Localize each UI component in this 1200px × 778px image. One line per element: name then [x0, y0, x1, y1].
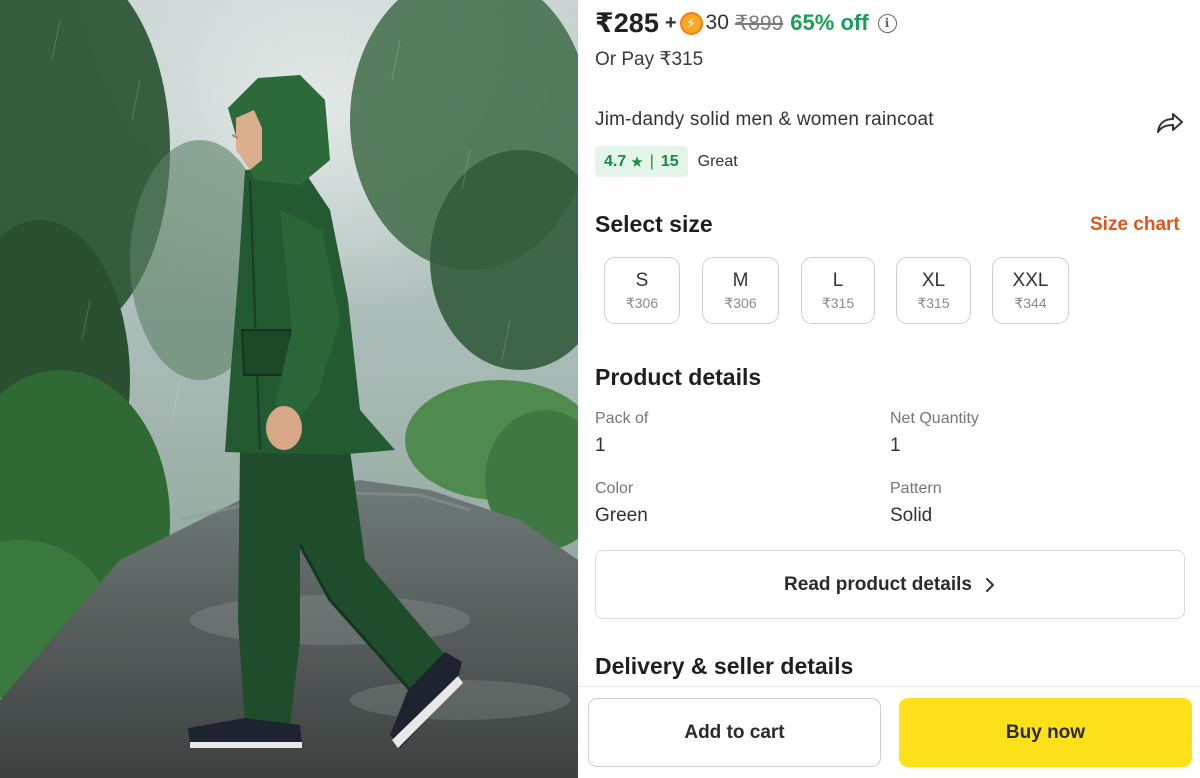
- detail-value-pattern: Solid: [890, 505, 933, 526]
- discount-percent: 65% off: [790, 10, 869, 35]
- product-title: Jim-dandy solid men & women raincoat: [595, 109, 934, 130]
- detail-key-color: Color: [595, 480, 634, 497]
- size-option-xxl[interactable]: XXL ₹344: [992, 257, 1069, 324]
- rating-count: 15: [660, 152, 679, 170]
- selling-price: ₹285: [595, 7, 659, 38]
- rating-label: Great: [697, 152, 738, 170]
- size-option-l[interactable]: L ₹315: [801, 257, 875, 324]
- add-to-cart-button[interactable]: Add to cart: [588, 698, 881, 767]
- detail-value-net-quantity: 1: [890, 435, 901, 456]
- rating-row[interactable]: 4.7 ★ | 15 Great: [595, 146, 738, 177]
- product-detail-panel: ₹285 + ⚡ 30 ₹899 65% off i Or Pay ₹315 J…: [578, 0, 1200, 778]
- buy-now-button[interactable]: Buy now: [899, 698, 1192, 767]
- size-price: ₹344: [1014, 294, 1047, 311]
- bottom-action-bar: Add to cart Buy now: [578, 686, 1200, 778]
- detail-value-pack-of: 1: [595, 435, 606, 456]
- star-icon: ★: [630, 153, 644, 171]
- size-label: XXL: [1012, 269, 1049, 291]
- price-row: ₹285 + ⚡ 30 ₹899 65% off i: [595, 6, 897, 40]
- detail-key-pattern: Pattern: [890, 480, 942, 497]
- original-price: ₹899: [734, 11, 784, 35]
- alternate-price: Or Pay ₹315: [595, 49, 704, 70]
- size-label: L: [832, 269, 844, 291]
- select-size-heading: Select size: [595, 211, 713, 237]
- read-product-details-label: Read product details: [784, 573, 972, 595]
- chevron-right-icon: [985, 577, 994, 592]
- lightning-coin-icon: ⚡: [679, 11, 703, 35]
- size-price: ₹315: [821, 294, 855, 311]
- info-icon[interactable]: i: [877, 13, 897, 33]
- product-details-heading: Product details: [595, 364, 762, 390]
- plus-sign: +: [664, 11, 677, 34]
- size-label: M: [732, 269, 749, 291]
- rating-separator: |: [649, 152, 654, 170]
- size-price: ₹306: [724, 294, 757, 311]
- share-arrow-icon[interactable]: [1155, 110, 1185, 136]
- size-label: XL: [921, 269, 946, 291]
- raincoat-photo-illustration: [0, 0, 578, 778]
- size-chart-link[interactable]: Size chart: [1090, 214, 1180, 236]
- read-product-details-button[interactable]: Read product details: [595, 550, 1185, 619]
- product-image[interactable]: [0, 0, 578, 778]
- coin-amount: 30: [705, 11, 729, 34]
- size-option-s[interactable]: S ₹306: [604, 257, 680, 324]
- rating-value: 4.7: [604, 152, 627, 170]
- detail-value-color: Green: [595, 505, 648, 526]
- delivery-seller-heading: Delivery & seller details: [595, 653, 854, 679]
- size-price: ₹315: [917, 294, 950, 311]
- size-price: ₹306: [625, 294, 659, 311]
- size-option-m[interactable]: M ₹306: [702, 257, 779, 324]
- detail-key-net-quantity: Net Quantity: [890, 410, 979, 427]
- size-option-xl[interactable]: XL ₹315: [896, 257, 971, 324]
- size-label: S: [635, 269, 649, 291]
- rating-badge[interactable]: 4.7 ★ | 15: [595, 146, 688, 177]
- detail-key-pack-of: Pack of: [595, 410, 649, 427]
